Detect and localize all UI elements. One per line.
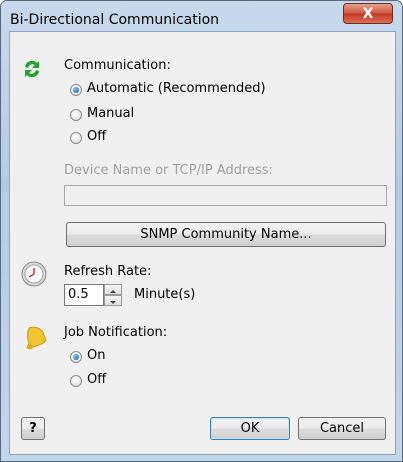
ok-button[interactable]: OK — [210, 417, 290, 440]
radio-automatic-label[interactable]: Automatic (Recommended) — [87, 81, 266, 96]
radio-comm-off[interactable] — [70, 132, 82, 144]
dialog-client-area: Communication: Automatic (Recommended) M… — [9, 31, 396, 455]
radio-automatic[interactable] — [70, 84, 82, 96]
close-button[interactable]: X — [343, 3, 393, 24]
cancel-button-label: Cancel — [319, 421, 365, 436]
snmp-button-label: SNMP Community Name... — [140, 227, 312, 242]
help-icon: ? — [29, 421, 37, 436]
communication-label: Communication: — [64, 58, 171, 73]
refresh-rate-input[interactable]: 0.5 — [64, 284, 104, 306]
radio-job-on-label[interactable]: On — [87, 348, 105, 363]
radio-comm-off-label[interactable]: Off — [87, 129, 106, 144]
refresh-unit-label: Minute(s) — [134, 287, 196, 302]
window-title: Bi-Directional Communication — [10, 12, 220, 28]
radio-job-on[interactable] — [70, 351, 82, 363]
snmp-community-name-button[interactable]: SNMP Community Name... — [66, 222, 386, 247]
cancel-button[interactable]: Cancel — [298, 417, 386, 440]
bell-icon — [26, 326, 47, 350]
caret-down-icon — [110, 301, 116, 304]
radio-manual-label[interactable]: Manual — [87, 106, 134, 121]
close-icon: X — [362, 5, 374, 22]
dialog-frame: Bi-Directional Communication X Communica… — [0, 0, 403, 462]
spin-down-button[interactable] — [104, 295, 122, 306]
radio-job-off[interactable] — [70, 375, 82, 387]
refresh-rate-label: Refresh Rate: — [64, 264, 152, 279]
radio-job-off-label[interactable]: Off — [87, 372, 106, 387]
device-name-label: Device Name or TCP/IP Address: — [64, 163, 273, 178]
clock-icon — [21, 261, 47, 287]
job-notification-label: Job Notification: — [64, 325, 168, 340]
help-button[interactable]: ? — [21, 417, 45, 440]
ok-button-label: OK — [240, 421, 260, 436]
radio-manual[interactable] — [70, 109, 82, 121]
spin-up-button[interactable] — [104, 284, 122, 295]
refresh-arrows-icon — [22, 59, 42, 79]
device-name-input[interactable] — [64, 185, 387, 206]
